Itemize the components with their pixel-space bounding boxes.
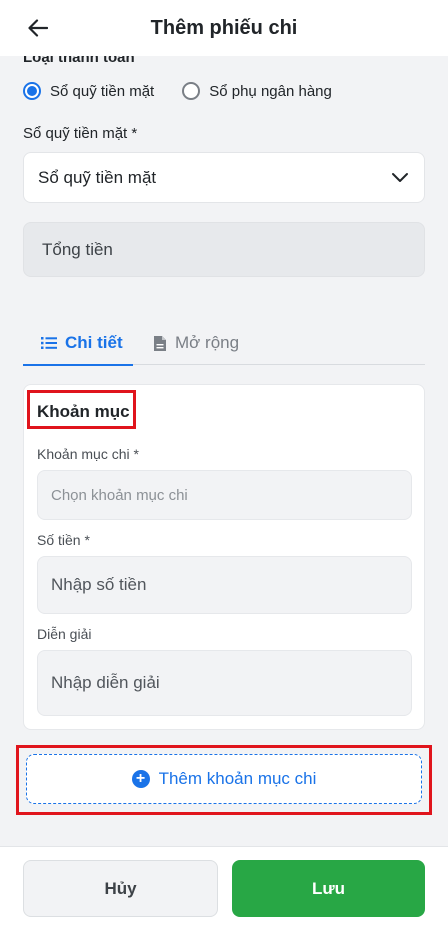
- total-amount-field: Tổng tiền: [23, 222, 425, 277]
- description-label: Diễn giải: [37, 626, 92, 642]
- expense-item-label: Khoản mục chi *: [37, 446, 139, 462]
- amount-label: Số tiền *: [37, 532, 90, 548]
- expense-item-placeholder: Chọn khoản mục chi: [51, 486, 188, 504]
- cancel-button[interactable]: Hủy: [23, 860, 218, 917]
- card-title: Khoản mục: [37, 402, 130, 421]
- tab-label: Mở rộng: [175, 333, 240, 352]
- description-input[interactable]: Nhập diễn giải: [37, 650, 412, 716]
- back-button[interactable]: [24, 14, 52, 42]
- expense-item-select[interactable]: Chọn khoản mục chi: [37, 470, 412, 520]
- payment-type-label: Loại thanh toán: [23, 56, 135, 66]
- save-button[interactable]: Lưu: [232, 860, 425, 917]
- payment-type-group: Sổ quỹ tiền mặt Sổ phụ ngân hàng: [23, 80, 360, 102]
- cash-book-value: Sổ quỹ tiền mặt: [38, 167, 157, 187]
- radio-cash-book[interactable]: Sổ quỹ tiền mặt: [23, 82, 154, 100]
- document-icon: [153, 335, 167, 352]
- tab-detail[interactable]: Chi tiết: [23, 321, 133, 366]
- action-footer: Hủy Lưu: [0, 846, 448, 925]
- radio-unchecked-icon[interactable]: [182, 82, 201, 100]
- expense-item-card: Khoản mục Khoản mục chi * Chọn khoản mục…: [23, 384, 425, 730]
- total-amount-label: Tổng tiền: [42, 239, 113, 259]
- cash-book-select[interactable]: Sổ quỹ tiền mặt: [23, 152, 425, 203]
- radio-checked-icon[interactable]: [23, 82, 41, 100]
- radio-bank-book[interactable]: Sổ phụ ngân hàng: [182, 82, 332, 100]
- plus-circle-icon: +: [131, 770, 150, 788]
- amount-placeholder: Nhập số tiền: [51, 575, 147, 594]
- cash-book-label: Sổ quỹ tiền mặt *: [23, 125, 138, 142]
- radio-label: Sổ quỹ tiền mặt: [50, 82, 155, 100]
- add-item-highlight-box: + Thêm khoản mục chi: [16, 745, 432, 815]
- tab-extended[interactable]: Mở rộng: [153, 321, 239, 365]
- tab-bar: Chi tiết Mở rộng: [23, 321, 425, 366]
- arrow-left-icon: [28, 19, 48, 37]
- page-title: Thêm phiếu chi: [150, 16, 298, 39]
- radio-label: Sổ phụ ngân hàng: [209, 82, 332, 100]
- list-icon: [41, 336, 57, 350]
- add-item-label: Thêm khoản mục chi: [158, 769, 317, 788]
- chevron-down-icon: [392, 173, 408, 182]
- add-expense-item-button[interactable]: + Thêm khoản mục chi: [26, 754, 422, 804]
- description-placeholder: Nhập diễn giải: [51, 673, 160, 692]
- form-content[interactable]: Loại thanh toán Sổ quỹ tiền mặt Sổ phụ n…: [0, 56, 448, 846]
- tab-label: Chi tiết: [65, 333, 123, 352]
- app-header: Thêm phiếu chi: [0, 0, 448, 56]
- amount-input[interactable]: Nhập số tiền: [37, 556, 412, 614]
